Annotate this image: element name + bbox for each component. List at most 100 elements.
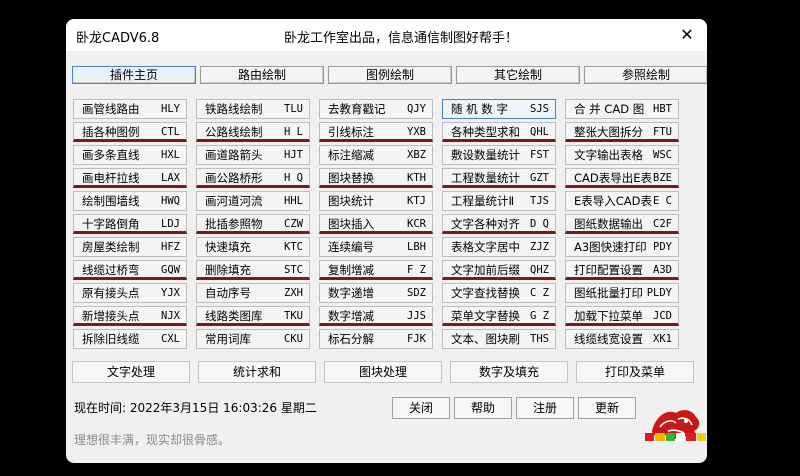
- command-button[interactable]: 绘制围墙线 HWQ: [73, 191, 187, 211]
- command-button[interactable]: 画公路桥形 H Q: [196, 168, 310, 188]
- command-button[interactable]: 拆除旧线缆 CXL: [73, 329, 187, 349]
- command-column-5: 合 并 CAD 图 HBT 整张大图拆分 FTU 文字输出表格 WSC CAD表导出E表 BZ…: [565, 99, 679, 352]
- command-button[interactable]: 线缆线宽设置 XK1: [565, 329, 679, 349]
- date-value: 2022年3月15日: [129, 401, 220, 415]
- category-button-3[interactable]: 图块处理: [324, 361, 442, 383]
- command-button[interactable]: 图块统计 KTJ: [319, 191, 433, 211]
- command-shortcut: NJX: [161, 310, 180, 322]
- tab-4[interactable]: 其它绘制: [456, 66, 580, 84]
- command-button[interactable]: 复制增减 F Z: [319, 260, 433, 280]
- command-button[interactable]: 新增接头点 NJX: [73, 306, 187, 326]
- command-button[interactable]: 图纸数据输出 C2F: [565, 214, 679, 234]
- command-shortcut: LBH: [407, 241, 426, 253]
- command-button[interactable]: 画电杆拉线 LAX: [73, 168, 187, 188]
- command-button[interactable]: CAD表导出E表 BZE: [565, 168, 679, 188]
- command-name: 去教育戳记: [328, 102, 386, 116]
- command-name: 工程量统计Ⅱ: [451, 194, 515, 208]
- command-name: 画多条直线: [82, 148, 140, 162]
- command-button[interactable]: 连续编号 LBH: [319, 237, 433, 257]
- tab-5[interactable]: 参照绘制: [584, 66, 707, 84]
- command-name: 插各种图例: [82, 125, 140, 139]
- command-button[interactable]: 插各种图例 CTL: [73, 122, 187, 142]
- command-button[interactable]: 线缆过桥弯 GQW: [73, 260, 187, 280]
- command-button[interactable]: 数字递增 SDZ: [319, 283, 433, 303]
- command-button[interactable]: 标石分解 FJK: [319, 329, 433, 349]
- command-name: 加载下拉菜单: [574, 309, 643, 323]
- command-button[interactable]: 打印配置设置 A3D: [565, 260, 679, 280]
- command-button[interactable]: 敷设数量统计 FST: [442, 145, 556, 165]
- close-button[interactable]: 关闭: [392, 397, 450, 419]
- command-button[interactable]: 标注缩减 XBZ: [319, 145, 433, 165]
- command-name: 打印配置设置: [574, 263, 643, 277]
- command-button[interactable]: 公路线绘制 H L: [196, 122, 310, 142]
- command-name: 文字查找替换: [451, 286, 520, 300]
- command-shortcut: G Z: [530, 310, 549, 322]
- command-button[interactable]: 图纸批量打印 PLDY: [565, 283, 679, 303]
- command-shortcut: H L: [284, 126, 303, 138]
- register-button[interactable]: 注册: [516, 397, 574, 419]
- command-name: 文本、图块刷: [451, 332, 520, 346]
- command-button[interactable]: 文字输出表格 WSC: [565, 145, 679, 165]
- command-button[interactable]: 表格文字居中 ZJZ: [442, 237, 556, 257]
- tab-1[interactable]: 插件主页: [72, 66, 196, 84]
- category-button-4[interactable]: 数字及填充: [450, 361, 568, 383]
- category-button-2[interactable]: 统计求和: [198, 361, 316, 383]
- command-shortcut: C Z: [530, 287, 549, 299]
- command-button[interactable]: 铁路线绘制 TLU: [196, 99, 310, 119]
- close-icon[interactable]: ✕: [676, 24, 698, 46]
- command-button[interactable]: 数字增减 JJS: [319, 306, 433, 326]
- command-button[interactable]: 房屋类绘制 HFZ: [73, 237, 187, 257]
- command-name: 表格文字居中: [451, 240, 520, 254]
- command-button[interactable]: 批插参照物 CZW: [196, 214, 310, 234]
- command-button[interactable]: 十字路倒角 LDJ: [73, 214, 187, 234]
- command-button[interactable]: 删除填充 STC: [196, 260, 310, 280]
- command-button[interactable]: 原有接头点 YJX: [73, 283, 187, 303]
- command-button[interactable]: 文本、图块刷 THS: [442, 329, 556, 349]
- command-button[interactable]: 工程量统计Ⅱ TJS: [442, 191, 556, 211]
- command-button[interactable]: 线路类图库 TKU: [196, 306, 310, 326]
- command-shortcut: FJK: [407, 333, 426, 345]
- category-button-5[interactable]: 打印及菜单: [576, 361, 694, 383]
- command-button[interactable]: 画管线路由 HLY: [73, 99, 187, 119]
- command-name: 数字递增: [328, 286, 374, 300]
- category-button-1[interactable]: 文字处理: [72, 361, 190, 383]
- command-button[interactable]: 图块插入 KCR: [319, 214, 433, 234]
- command-name: 图块替换: [328, 171, 374, 185]
- tab-3[interactable]: 图例绘制: [328, 66, 452, 84]
- command-button[interactable]: 去教育戳记 QJY: [319, 99, 433, 119]
- color-swatch: [665, 433, 675, 441]
- command-name: 批插参照物: [205, 217, 263, 231]
- command-button[interactable]: 随 机 数 字 SJS: [442, 99, 556, 119]
- command-shortcut: QHZ: [530, 264, 549, 276]
- command-button[interactable]: 加载下拉菜单 JCD: [565, 306, 679, 326]
- help-button[interactable]: 帮助: [454, 397, 512, 419]
- color-swatch: [696, 433, 706, 441]
- command-name: 连续编号: [328, 240, 374, 254]
- command-button[interactable]: 快速填充 KTC: [196, 237, 310, 257]
- command-name: 自动序号: [205, 286, 251, 300]
- command-button[interactable]: 工程数量统计 GZT: [442, 168, 556, 188]
- command-button[interactable]: 文字查找替换 C Z: [442, 283, 556, 303]
- command-shortcut: E C: [653, 195, 672, 207]
- command-name: 敷设数量统计: [451, 148, 520, 162]
- command-button[interactable]: 常用词库 CKU: [196, 329, 310, 349]
- command-button[interactable]: 各种类型求和 QHL: [442, 122, 556, 142]
- update-button[interactable]: 更新: [578, 397, 636, 419]
- command-button[interactable]: 图块替换 KTH: [319, 168, 433, 188]
- command-button[interactable]: 画道路箭头 HJT: [196, 145, 310, 165]
- command-button[interactable]: 自动序号 ZXH: [196, 283, 310, 303]
- command-button[interactable]: 合 并 CAD 图 HBT: [565, 99, 679, 119]
- command-button[interactable]: 画河道河流 HHL: [196, 191, 310, 211]
- command-button[interactable]: 文字各种对齐 D Q: [442, 214, 556, 234]
- command-button[interactable]: 菜单文字替换 G Z: [442, 306, 556, 326]
- command-button[interactable]: 文字加前后缀 QHZ: [442, 260, 556, 280]
- command-button[interactable]: E表导入CAD表 E C: [565, 191, 679, 211]
- command-button[interactable]: 整张大图拆分 FTU: [565, 122, 679, 142]
- command-button[interactable]: 引线标注 YXB: [319, 122, 433, 142]
- tab-2[interactable]: 路由绘制: [200, 66, 324, 84]
- command-name: 文字加前后缀: [451, 263, 520, 277]
- command-button[interactable]: A3图快速打印 PDY: [565, 237, 679, 257]
- command-name: 引线标注: [328, 125, 374, 139]
- command-button[interactable]: 画多条直线 HXL: [73, 145, 187, 165]
- command-shortcut: YJX: [161, 287, 180, 299]
